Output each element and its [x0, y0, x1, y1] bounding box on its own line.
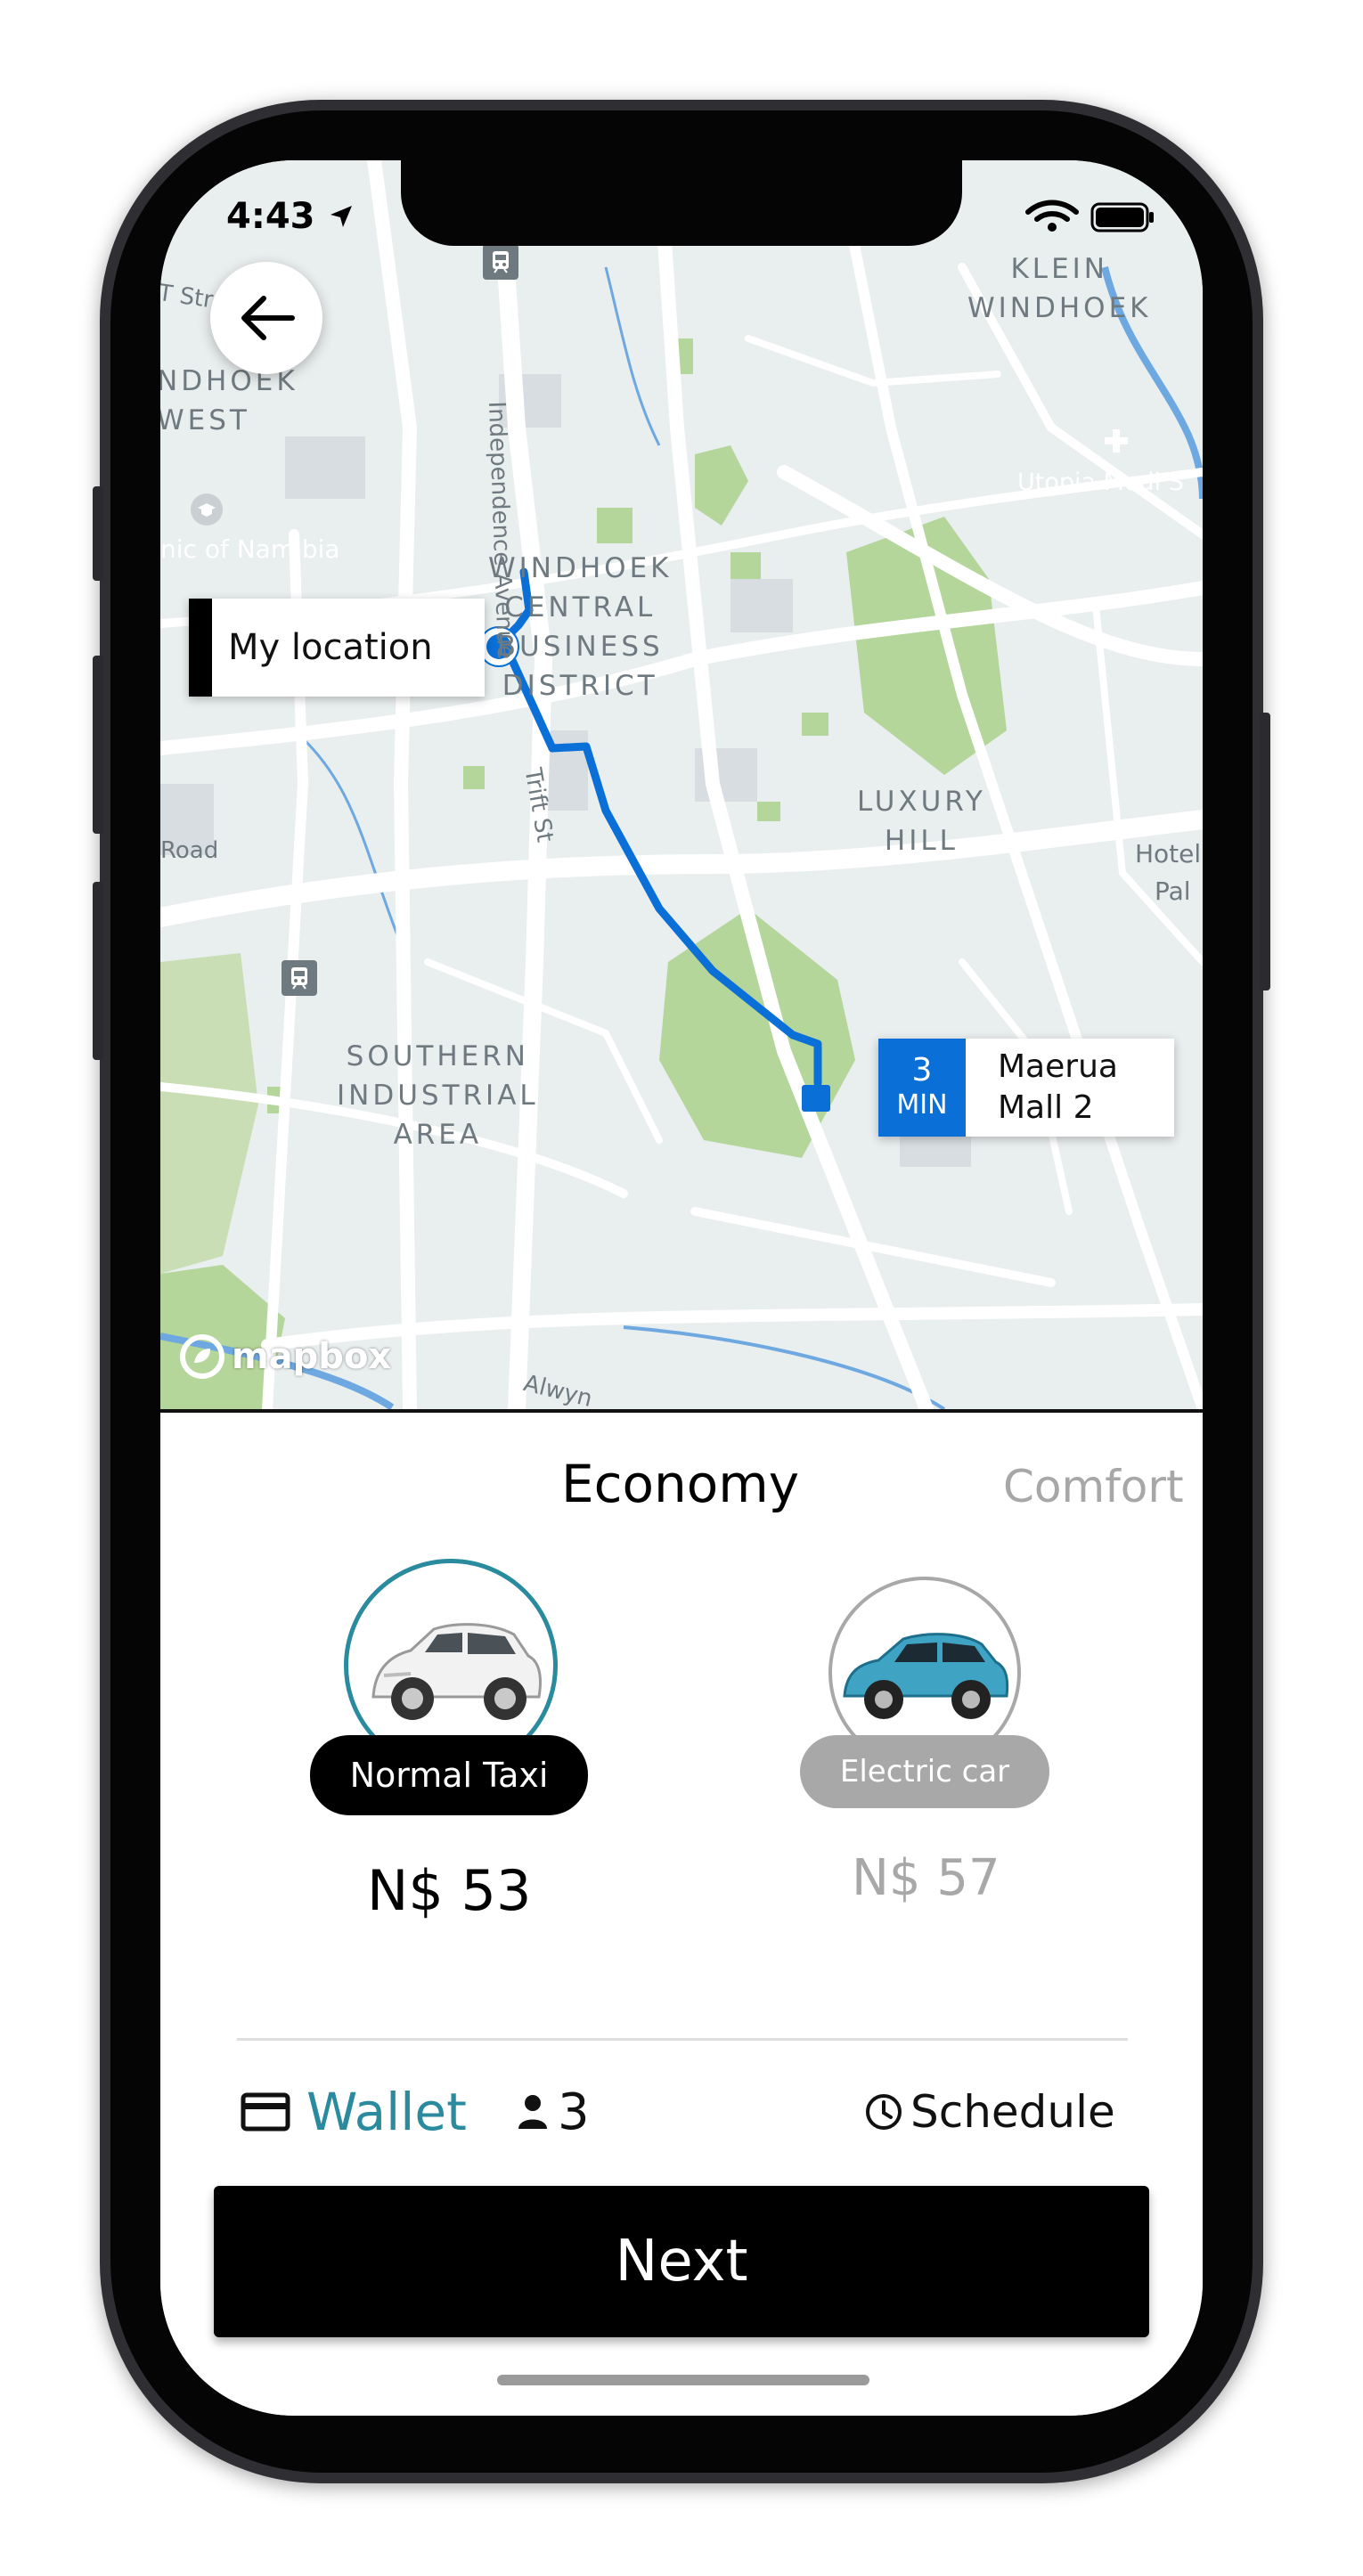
volume-up-button	[93, 656, 103, 834]
person-icon	[518, 2095, 547, 2129]
my-location-label: My location	[228, 627, 433, 668]
status-time-text: 4:43	[226, 196, 315, 237]
divider	[237, 2038, 1128, 2041]
street-label-clinic: nic of Namibia	[160, 534, 340, 564]
street-label-utopia: Utopia Medi S	[1017, 469, 1184, 496]
clock-icon	[866, 2094, 902, 2130]
notch	[401, 160, 962, 246]
location-arrow-icon	[331, 206, 353, 227]
next-button[interactable]: Next	[214, 2186, 1149, 2337]
normal-taxi-label: Normal Taxi	[349, 1756, 549, 1795]
card-icon	[241, 2092, 290, 2132]
battery-icon	[1090, 202, 1154, 232]
tab-economy[interactable]: Economy	[561, 1454, 799, 1514]
power-button	[1260, 713, 1270, 990]
street-label-hotel: Hotel	[1135, 839, 1202, 868]
tab-comfort[interactable]: Comfort	[1003, 1461, 1184, 1512]
train-station-icon	[483, 244, 518, 280]
schedule-button[interactable]: Schedule	[864, 2072, 1115, 2152]
app-screen: KLEIN WINDHOEK NDHOEK WEST WINDHOEK CENT…	[160, 160, 1203, 2416]
payment-label: Wallet	[306, 2082, 467, 2142]
mapbox-logo-icon	[180, 1334, 224, 1379]
electric-car-label-pill: Electric car	[800, 1735, 1049, 1808]
passenger-count: 3	[558, 2083, 590, 2141]
area-label-windhoek-west: NDHOEK WEST	[160, 365, 298, 436]
payment-selector[interactable]: Wallet	[241, 2072, 467, 2152]
map-view[interactable]: KLEIN WINDHOEK NDHOEK WEST WINDHOEK CENT…	[160, 160, 1203, 1409]
eta-badge: 3 MIN	[878, 1039, 966, 1137]
next-button-label: Next	[615, 2229, 748, 2295]
destination-callout[interactable]: 3 MIN Maerua Mall 2	[878, 1039, 1174, 1137]
destination-line-2: Mall 2	[998, 1089, 1094, 1126]
map-roads	[160, 160, 1203, 1409]
eta-value: 3	[911, 1052, 933, 1088]
eta-unit: MIN	[896, 1089, 948, 1121]
status-time: 4:43	[226, 196, 355, 237]
normal-taxi-price: N$ 53	[367, 1858, 532, 1923]
street-label-road: Road	[160, 837, 219, 864]
back-button[interactable]	[210, 262, 322, 374]
my-location-callout[interactable]: My location	[189, 599, 485, 697]
area-label-southern-industrial: SOUTHERN INDUSTRIAL AREA	[337, 1040, 539, 1151]
passenger-selector[interactable]: 3	[517, 2072, 590, 2152]
volume-down-button	[93, 882, 103, 1060]
train-station-icon	[282, 960, 317, 996]
destination-line-1: Maerua	[998, 1048, 1118, 1085]
schedule-label: Schedule	[910, 2086, 1115, 2138]
electric-car-label: Electric car	[839, 1754, 1010, 1789]
hospital-icon	[1101, 426, 1131, 456]
area-label-klein-windhoek: KLEIN WINDHOEK	[967, 253, 1152, 324]
ride-options-sheet: Economy Comfort Normal Taxi N$ 53 Electr…	[160, 1409, 1203, 2416]
status-icons	[1024, 200, 1158, 239]
mapbox-attribution[interactable]: mapbox	[178, 1333, 391, 1381]
action-button	[93, 486, 103, 581]
back-arrow-icon	[241, 296, 295, 340]
street-label-pal: Pal	[1155, 876, 1191, 906]
normal-taxi-label-pill: Normal Taxi	[310, 1735, 588, 1815]
area-label-luxury-hill: LUXURY HILL	[857, 786, 986, 857]
school-icon	[191, 493, 223, 526]
electric-car-price: N$ 57	[852, 1849, 1000, 1907]
mapbox-label: mapbox	[232, 1336, 392, 1377]
callout-marker-bar	[189, 599, 212, 697]
destination-name: Maerua Mall 2	[966, 1039, 1118, 1137]
home-indicator[interactable]	[497, 2375, 869, 2385]
wifi-icon	[1025, 200, 1079, 232]
